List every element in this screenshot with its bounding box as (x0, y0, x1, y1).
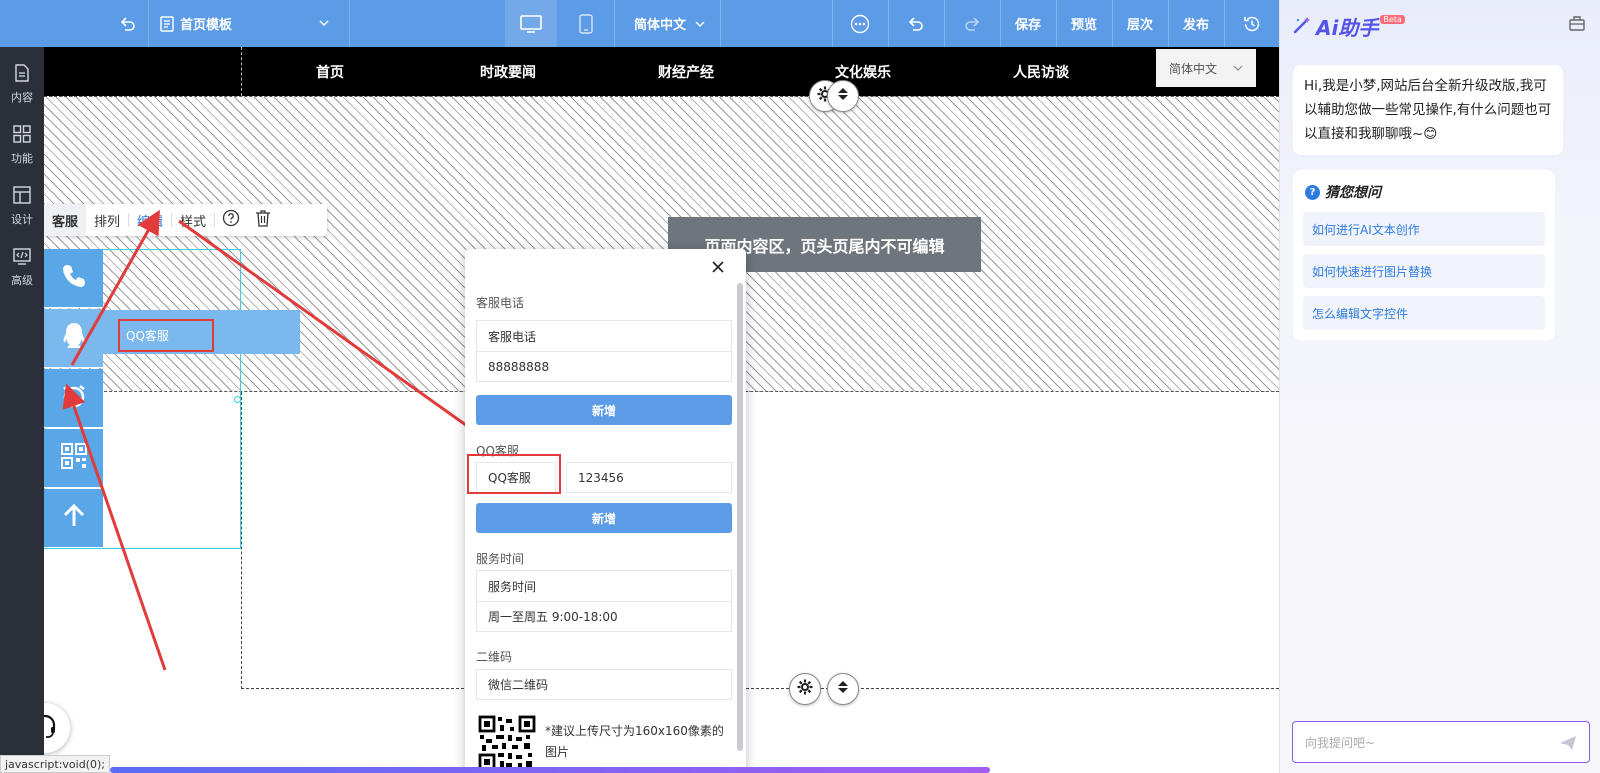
service-edit-panel: 客服电话 客服电话 88888888 新增 QQ客服 QQ客服 123456 新… (465, 249, 746, 773)
progress-bar (110, 767, 990, 773)
suggested-question-item[interactable]: 如何快速进行图片替换 (1303, 254, 1545, 288)
redo-icon (963, 15, 981, 33)
headset-icon (44, 713, 58, 743)
language-select[interactable]: 简体中文 (620, 0, 720, 47)
close-icon (710, 261, 726, 279)
panel-scrollbar[interactable] (737, 283, 743, 751)
question-mark-icon: ? (1305, 184, 1320, 200)
close-button[interactable] (710, 259, 726, 275)
qr-code-preview[interactable] (478, 715, 536, 773)
qr-name-input[interactable]: 微信二维码 (476, 669, 732, 700)
undo-icon (907, 15, 925, 33)
suggested-question-item[interactable]: 如何进行AI文本创作 (1303, 212, 1545, 246)
sidebar-item-label: 设计 (11, 213, 33, 226)
ai-assistant-panel: Ai助手 Beta Hi,我是小梦,网站后台全新升级改版,我可以辅助您做一些常见… (1279, 0, 1600, 773)
more-button[interactable] (838, 0, 882, 47)
sidebar-item-advanced[interactable]: 高级 (0, 238, 44, 296)
template-name: 首页模板 (180, 18, 233, 33)
sidebar-item-content[interactable]: 内容 (0, 55, 44, 113)
layers-button[interactable]: 层次 (1112, 0, 1168, 47)
ai-greeting-message: Hi,我是小梦,网站后台全新升级改版,我可以辅助您做一些常见操作,有什么问题也可… (1293, 65, 1563, 155)
qr-section-label: 二维码 (476, 650, 513, 664)
layers-label: 层次 (1126, 18, 1153, 33)
phone-name-input[interactable]: 客服电话 (476, 320, 732, 351)
language-label: 简体中文 (633, 18, 686, 33)
sidebar-item-functions[interactable]: 功能 (0, 116, 44, 174)
sidebar-item-label: 功能 (11, 152, 33, 165)
add-qq-button[interactable]: 新增 (476, 503, 732, 533)
layout-icon (12, 185, 32, 211)
ai-question-input[interactable]: 向我提问吧~ (1292, 721, 1590, 763)
guess-title-text: 猜您想问 (1325, 185, 1381, 201)
desktop-view-button[interactable] (505, 0, 557, 47)
qq-value-input[interactable]: 123456 (566, 462, 732, 493)
top-toolbar: 首页模板 简体中文 保存 预览 层次 发布 (0, 0, 1279, 47)
time-name-input[interactable]: 服务时间 (476, 570, 732, 601)
sidebar-item-label: 内容 (11, 91, 33, 104)
code-icon (12, 246, 32, 272)
document-icon (12, 63, 32, 89)
history-icon (1242, 14, 1262, 34)
qr-upload-hint: *建议上传尺寸为160x160像素的图片 (545, 724, 724, 759)
ai-logo: Ai助手 Beta (1292, 12, 1405, 41)
publish-button[interactable]: 发布 (1168, 0, 1224, 47)
suggested-questions: ? 猜您想问 如何进行AI文本创作 如何快速进行图片替换 怎么编辑文字控件 (1293, 170, 1555, 340)
preview-label: 预览 (1070, 18, 1097, 33)
mobile-view-button[interactable] (562, 0, 610, 47)
magic-wand-icon (1292, 15, 1312, 39)
save-button[interactable]: 保存 (1000, 0, 1056, 47)
chevron-down-icon (318, 17, 330, 29)
annotation-highlight (467, 454, 561, 494)
phone-value-input[interactable]: 88888888 (476, 351, 732, 382)
grid-icon (12, 124, 32, 150)
back-icon (119, 15, 137, 33)
history-button[interactable] (1228, 0, 1276, 47)
toolbox-button[interactable] (1568, 14, 1586, 36)
undo-button[interactable] (894, 0, 938, 47)
suggested-question-item[interactable]: 怎么编辑文字控件 (1303, 296, 1545, 330)
ai-input-placeholder: 向我提问吧~ (1305, 735, 1376, 750)
template-select[interactable]: 首页模板 (160, 0, 340, 47)
status-bar-link: javascript:void(0); (0, 755, 110, 773)
chevron-down-icon (694, 18, 706, 30)
suggested-questions-title: ? 猜您想问 (1305, 182, 1381, 202)
publish-label: 发布 (1182, 18, 1209, 33)
beta-badge: Beta (1380, 15, 1405, 24)
redo-button[interactable] (950, 0, 994, 47)
desktop-icon (520, 14, 542, 33)
left-sidebar: 内容 功能 设计 高级 (0, 47, 44, 773)
save-label: 保存 (1014, 18, 1041, 33)
sidebar-item-label: 高级 (11, 274, 33, 287)
preview-button[interactable]: 预览 (1056, 0, 1112, 47)
time-section-label: 服务时间 (476, 552, 525, 566)
add-phone-button[interactable]: 新增 (476, 395, 732, 425)
ai-title: Ai助手 (1316, 16, 1379, 40)
page-icon (160, 15, 174, 32)
sidebar-item-design[interactable]: 设计 (0, 177, 44, 235)
toolbox-icon (1568, 16, 1586, 36)
back-button[interactable] (108, 0, 148, 47)
more-icon (850, 14, 870, 34)
time-value-input[interactable]: 周一至周五 9:00-18:00 (476, 601, 732, 632)
mobile-icon (579, 13, 593, 34)
phone-section-label: 客服电话 (476, 296, 525, 310)
send-icon[interactable] (1559, 734, 1577, 755)
